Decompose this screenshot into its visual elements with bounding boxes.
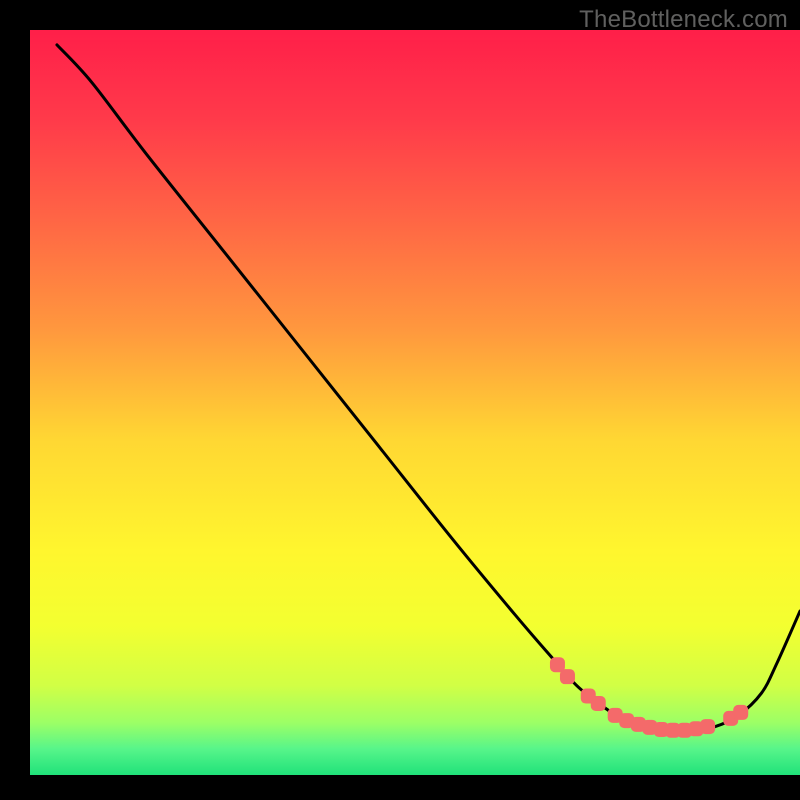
highlight-marker — [733, 705, 748, 720]
plot-background — [30, 30, 800, 775]
highlight-marker — [591, 696, 606, 711]
highlight-marker — [560, 669, 575, 684]
watermark-label: TheBottleneck.com — [579, 6, 788, 34]
highlight-marker — [700, 719, 715, 734]
chart-container: TheBottleneck.com — [0, 0, 800, 800]
bottleneck-chart — [0, 0, 800, 800]
